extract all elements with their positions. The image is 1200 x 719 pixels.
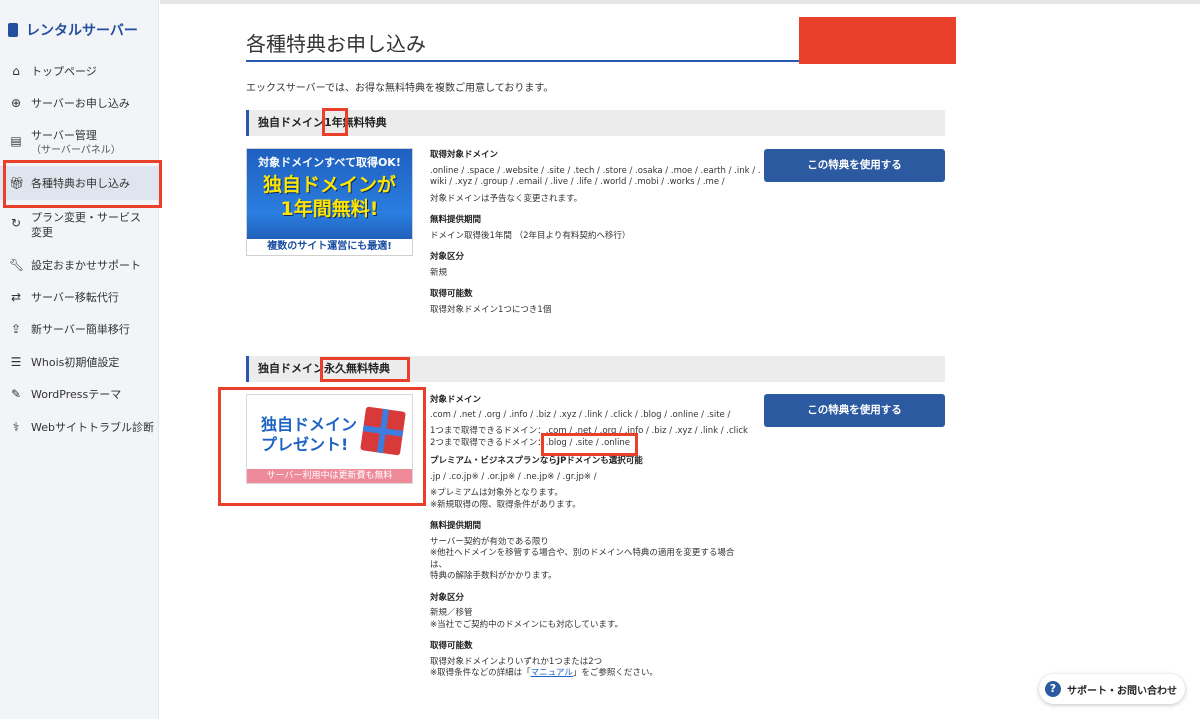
highlight-1year [322,108,348,136]
edit-icon: ✎ [10,387,22,401]
sidebar-item-label: プラン変更・サービス変更 [31,211,141,239]
section-1-info: 取得対象ドメイン .online / .space / .website / .… [430,150,761,316]
info-line: 新規 [430,267,448,278]
info-heading: プレミアム・ビジネスプランならJPドメインも選択可能 [430,456,643,466]
info-heading: 無料提供期間 [430,521,482,531]
plus-circle-icon: ⊕ [10,96,22,110]
banner-1year-free: 対象ドメインすべて取得OK! 独自ドメインが 1年間無料! 複数のサイト運営にも… [246,148,413,256]
manual-note-prefix: ※取得条件などの詳細は「 [430,668,531,678]
wrench-icon: 🔧︎ [9,258,25,272]
info-line: .com / .net / .org / .info / .biz / .xyz… [430,409,731,420]
question-icon: ? [1045,681,1061,697]
intro-text: エックスサーバーでは、お得な無料特典を複数ご用意しております。 [246,83,554,94]
upload-user-icon: ⇪ [10,322,22,336]
sidebar-item-trouble-diagnosis[interactable]: ⚕ Webサイトトラブル診断 [0,420,158,435]
sidebar-item-label: サーバー管理 （サーバーパネル） [31,128,121,158]
sidebar-highlight-box [3,160,162,208]
manual-link[interactable]: マニュアル [531,668,573,678]
info-line: 新規／移管 [430,608,473,618]
info-heading: 取得可能数 [430,641,473,651]
transfer-icon: ⇄ [10,290,22,304]
diagnosis-icon: ⚕ [12,420,20,434]
sidebar-item-label: サーバー移転代行 [31,291,119,304]
info-line-label: 2つまで取得できるドメイン： [430,437,546,448]
info-line: wiki / .xyz / .group / .email / .live / … [430,177,725,187]
use-benefit-button-1year[interactable]: この特典を使用する [764,149,945,182]
sidebar-item-setup-support[interactable]: 🔧︎ 設定おまかせサポート [0,258,158,273]
sidebar-item-label: サーバーお申し込み [31,97,130,110]
document-icon: ☰ [10,355,22,369]
info-line: ドメイン取得後1年間 （2年目より有料契約へ移行） [430,230,631,241]
redacted-box [799,17,956,64]
info-line: 取得対象ドメイン1つにつき1個 [430,304,552,315]
info-note: 特典の解除手数料がかかります。 [430,571,557,581]
server-icon: ▤ [10,134,22,148]
sidebar-item-server-panel[interactable]: ▤ サーバー管理 （サーバーパネル） [0,128,158,158]
info-heading: 対象区分 [430,252,465,262]
sidebar-item-server-order[interactable]: ⊕ サーバーお申し込み [0,96,158,111]
highlight-domains [541,433,638,456]
banner-headline: 独自ドメインが 1年間無料! [247,173,412,221]
info-heading: 対象ドメイン [430,395,482,405]
manual-note-suffix: 」をご参照ください。 [572,668,658,678]
banner-line3: 1年間無料! [280,198,379,220]
info-heading: 取得可能数 [430,289,473,299]
sidebar-item-wordpress-theme[interactable]: ✎ WordPressテーマ [0,387,158,402]
home-icon: ⌂ [12,64,20,78]
sidebar: レンタルサーバー ⌂ トップページ ⊕ サーバーお申し込み ▤ サーバー管理 （… [0,0,159,719]
page-title: 各種特典お申し込み [246,32,426,56]
server-panel-sublabel: （サーバーパネル） [31,145,121,156]
sidebar-item-top[interactable]: ⌂ トップページ [0,64,158,79]
brand[interactable]: レンタルサーバー [8,20,138,40]
info-note: ※取得条件などの詳細は「マニュアル」をご参照ください。 [430,668,748,680]
sidebar-item-label: 設定おまかせサポート [31,259,141,272]
sidebar-item-whois[interactable]: ☰ Whois初期値設定 [0,355,158,370]
server-panel-label: サーバー管理 [31,129,97,142]
info-note: ※プレミアムは対象外となります。 [430,488,563,498]
info-line: .jp / .co.jp※ / .or.jp※ / .ne.jp※ / .gr.… [430,471,597,482]
sidebar-item-easy-migration[interactable]: ⇪ 新サーバー簡単移行 [0,322,158,337]
sidebar-item-label: Webサイトトラブル診断 [31,421,154,434]
section-heading-1year: 独自ドメイン1年無料特典 [246,110,945,136]
info-note: ※他社へドメインを移管する場合や、別のドメインへ特典の適用を変更する場合 [430,548,735,558]
banner-line2: 独自ドメインが [262,174,396,196]
use-benefit-button-permanent[interactable]: この特典を使用する [764,394,945,427]
info-line: サーバー契約が有効である限り [430,536,549,547]
info-note: ※新規取得の際、取得条件があります。 [430,499,581,510]
highlight-permanent [320,357,410,382]
info-note: 対象ドメインは予告なく変更されます。 [430,193,583,204]
support-label: サポート・お問い合わせ [1067,685,1177,697]
info-line: 取得対象ドメインよりいずれか1つまたは2つ [430,656,603,667]
sidebar-item-label: WordPressテーマ [31,388,122,401]
support-button[interactable]: ? サポート・お問い合わせ [1039,674,1185,704]
info-heading: 無料提供期間 [430,215,482,225]
refresh-icon: ↻ [10,216,22,230]
brand-title: レンタルサーバー [26,23,138,39]
top-strip [160,0,1200,4]
info-heading: 取得対象ドメイン [430,150,499,160]
sidebar-item-label: トップページ [31,65,97,78]
highlight-banner [218,387,426,506]
info-line: .online / .space / .website / .site / .t… [430,165,761,176]
title-underline [246,60,800,62]
sidebar-item-server-transfer[interactable]: ⇄ サーバー移転代行 [0,290,158,305]
server-logo-icon [8,23,18,37]
info-note: ※当社でご契約中のドメインにも対応しています。 [430,619,624,630]
sidebar-item-plan-change[interactable]: ↻ プラン変更・サービス変更 [0,210,158,240]
info-note: は、 [430,559,448,570]
sidebar-item-label: 新サーバー簡単移行 [31,323,130,336]
info-heading: 対象区分 [430,592,465,603]
sidebar-item-label: Whois初期値設定 [31,356,120,369]
banner-line1: 対象ドメインすべて取得OK! [258,156,401,169]
banner-line4: 複数のサイト運営にも最適! [247,239,412,255]
